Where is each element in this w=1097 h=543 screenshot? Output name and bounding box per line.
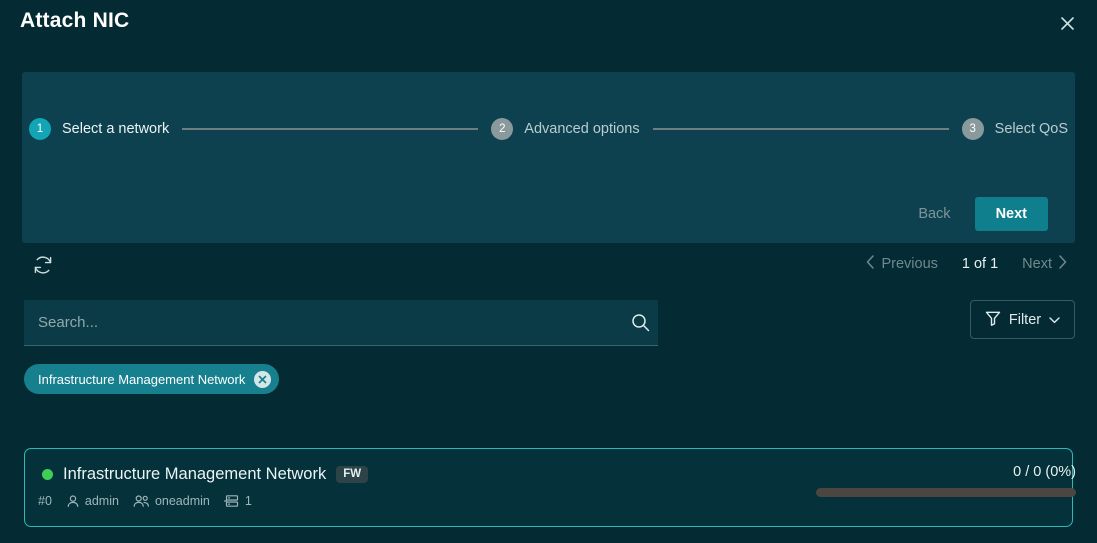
network-id-label: #0	[38, 494, 52, 508]
search-icon[interactable]	[622, 313, 658, 332]
status-indicator-icon	[42, 469, 53, 480]
chip-label: Infrastructure Management Network	[38, 372, 245, 387]
network-group: oneadmin	[133, 494, 210, 508]
next-button[interactable]: Next	[975, 197, 1048, 231]
chevron-right-icon	[1058, 255, 1067, 273]
status-badge: FW	[336, 466, 368, 484]
group-icon	[133, 494, 150, 508]
selected-filters: Infrastructure Management Network	[24, 364, 279, 394]
step-number-2: 2	[491, 118, 513, 140]
chevron-down-icon	[1049, 312, 1060, 328]
search-input[interactable]	[24, 314, 622, 331]
step-select-a-network[interactable]: 1 Select a network	[29, 118, 169, 140]
next-page-button[interactable]: Next	[1014, 253, 1075, 275]
chevron-left-icon	[866, 255, 875, 273]
step-connector-2	[653, 128, 949, 130]
funnel-icon	[985, 310, 1001, 330]
step-number-1: 1	[29, 118, 51, 140]
back-button[interactable]: Back	[906, 198, 962, 230]
group-label: oneadmin	[155, 494, 210, 508]
owner-label: admin	[85, 494, 119, 508]
network-title-row: Infrastructure Management Network FW	[42, 465, 368, 484]
step-label-1: Select a network	[62, 121, 169, 137]
page-indicator: 1 of 1	[946, 256, 1014, 272]
step-select-qos[interactable]: 3 Select QoS	[962, 118, 1068, 140]
step-advanced-options[interactable]: 2 Advanced options	[491, 118, 639, 140]
wizard-stepper: 1 Select a network 2 Advanced options 3 …	[29, 115, 1068, 143]
server-icon	[224, 494, 240, 508]
pagination: Previous 1 of 1 Next	[858, 253, 1075, 275]
step-connector-1	[182, 128, 478, 130]
wizard-panel: 1 Select a network 2 Advanced options 3 …	[22, 72, 1075, 243]
page-title: Attach NIC	[20, 9, 129, 33]
attach-nic-modal: Attach NIC 1 Select a network 2 Advanced…	[0, 0, 1097, 543]
chip-infrastructure-management-network[interactable]: Infrastructure Management Network	[24, 364, 279, 394]
user-icon	[66, 494, 80, 508]
step-label-3: Select QoS	[995, 121, 1068, 137]
step-number-3: 3	[962, 118, 984, 140]
network-clusters: 1	[224, 494, 252, 508]
filter-label: Filter	[1009, 312, 1041, 328]
refresh-icon[interactable]	[31, 253, 55, 277]
step-label-2: Advanced options	[524, 121, 639, 137]
cluster-count-label: 1	[245, 494, 252, 508]
search-field[interactable]	[24, 300, 658, 346]
usage-label: 0 / 0 (0%)	[816, 464, 1076, 480]
network-owner: admin	[66, 494, 119, 508]
next-page-label: Next	[1022, 256, 1052, 272]
network-meta-row: #0 admin oneadmin	[38, 494, 257, 508]
previous-page-label: Previous	[881, 256, 937, 272]
close-circle-icon[interactable]	[254, 371, 271, 388]
network-usage: 0 / 0 (0%)	[816, 464, 1076, 497]
usage-progress-bar	[816, 488, 1076, 497]
modal-header: Attach NIC	[0, 0, 1097, 44]
close-icon[interactable]	[1054, 10, 1080, 36]
network-name: Infrastructure Management Network	[63, 465, 326, 484]
wizard-actions: Back Next	[906, 197, 1048, 231]
network-id: #0	[38, 494, 52, 508]
previous-page-button[interactable]: Previous	[858, 253, 945, 275]
filter-button[interactable]: Filter	[970, 300, 1075, 339]
